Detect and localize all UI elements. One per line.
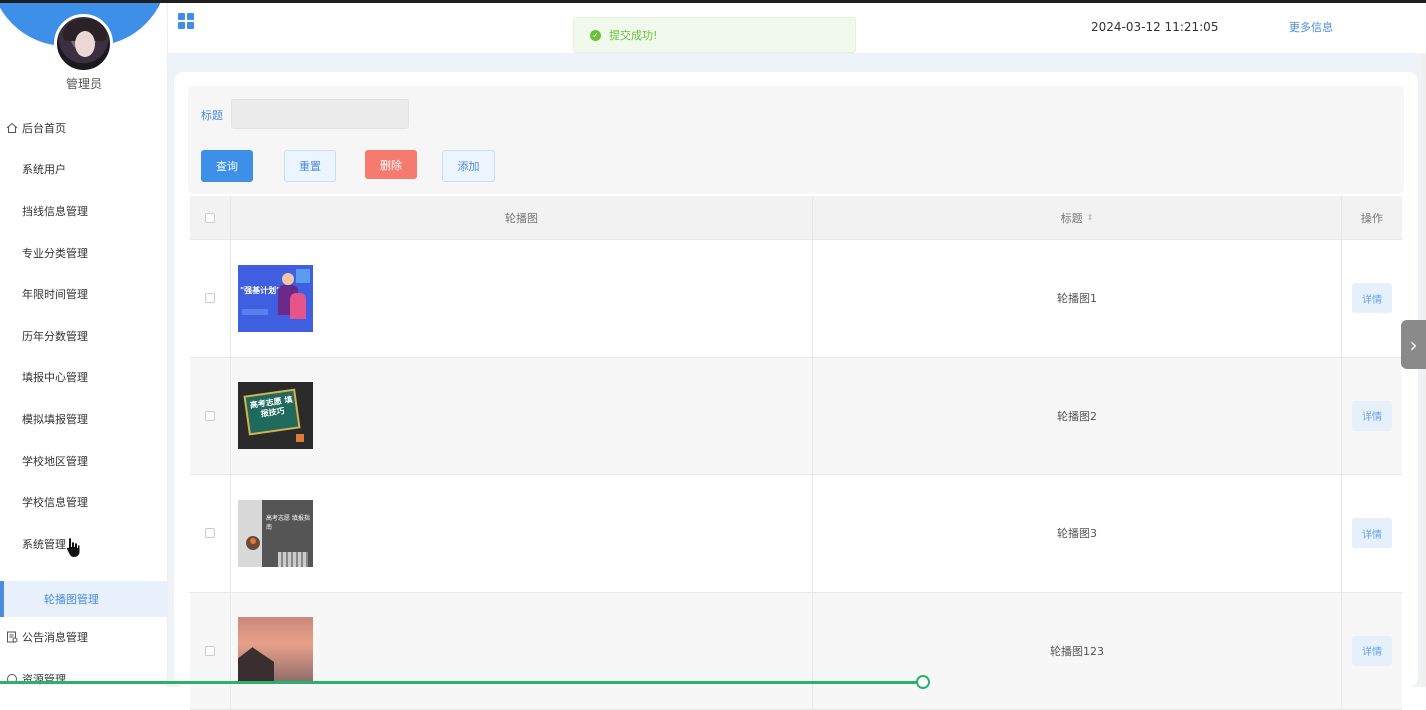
home-icon — [5, 121, 19, 135]
detail-button[interactable]: 详情 — [1352, 518, 1392, 548]
delete-button[interactable]: 删除 — [365, 150, 417, 179]
row-checkbox[interactable] — [205, 411, 215, 421]
column-header-title-label: 标题 — [1061, 210, 1083, 226]
detail-button[interactable]: 详情 — [1352, 283, 1392, 313]
row-checkbox[interactable] — [205, 646, 215, 656]
sidebar-item-label: 学校地区管理 — [22, 453, 88, 469]
sidebar-item-school-info[interactable]: 学校信息管理 — [0, 481, 168, 523]
sidebar-item-home[interactable]: 后台首页 — [0, 107, 168, 149]
user-role-label: 管理员 — [0, 75, 168, 92]
sidebar-item-school-region[interactable]: 学校地区管理 — [0, 440, 168, 482]
sidebar-item-label: 系统管理 — [22, 536, 66, 552]
carousel-table: 轮播图 标题 ⇕ 操作 "强基计划" 轮播图1 详情 高考志 — [190, 196, 1402, 710]
sidebar-item-system-management[interactable]: 系统管理 — [0, 523, 168, 565]
search-title-label: 标题 — [201, 107, 223, 123]
menu-grid-icon[interactable] — [178, 13, 194, 29]
thumb-caption: "强基计划" — [240, 285, 280, 296]
detail-button[interactable]: 详情 — [1352, 401, 1392, 431]
sidebar-item-label: 专业分类管理 — [22, 245, 88, 261]
row-title: 轮播图3 — [813, 475, 1342, 592]
notice-icon — [5, 630, 19, 644]
select-all-checkbox[interactable] — [205, 213, 215, 223]
expand-panel-button[interactable]: › — [1401, 320, 1426, 369]
sidebar-item-year-time[interactable]: 年限时间管理 — [0, 273, 168, 315]
sidebar-menu: 后台首页 系统用户 挡线信息管理 专业分类管理 年限时间管理 历年分数管理 填报… — [0, 107, 168, 687]
success-toast: ✓ 提交成功! — [573, 17, 856, 53]
reset-button[interactable]: 重置 — [284, 150, 336, 182]
more-info-link[interactable]: 更多信息 — [1289, 19, 1333, 35]
add-button[interactable]: 添加 — [442, 150, 495, 182]
sidebar-item-label: 轮播图管理 — [44, 591, 99, 607]
row-checkbox[interactable] — [205, 528, 215, 538]
carousel-thumbnail[interactable] — [238, 617, 313, 684]
sidebar-item-announcements[interactable]: 公告消息管理 — [0, 617, 168, 659]
sidebar-item-application-center[interactable]: 填报中心管理 — [0, 357, 168, 399]
table-row: 高考志愿 填报指南 轮播图3 详情 — [190, 475, 1402, 593]
sidebar-item-label: 模拟填报管理 — [22, 411, 88, 427]
table-header: 轮播图 标题 ⇕ 操作 — [190, 196, 1402, 240]
sort-icon[interactable]: ⇕ — [1087, 213, 1094, 222]
sidebar-item-label: 学校信息管理 — [22, 494, 88, 510]
sidebar-item-label: 资源管理 — [22, 671, 66, 687]
detail-button[interactable]: 详情 — [1352, 636, 1392, 666]
thumb-caption: 高考志愿 填报指南 — [266, 514, 310, 532]
table-row: 轮播图123 详情 — [190, 593, 1402, 710]
table-row: "强基计划" 轮播图1 详情 — [190, 240, 1402, 358]
carousel-thumbnail[interactable]: "强基计划" — [238, 265, 313, 332]
sidebar-item-historical-scores[interactable]: 历年分数管理 — [0, 315, 168, 357]
sidebar-item-major-category[interactable]: 专业分类管理 — [0, 232, 168, 274]
column-header-image: 轮播图 — [231, 196, 813, 239]
check-circle-icon: ✓ — [590, 30, 601, 41]
loading-progress-bar — [0, 681, 922, 684]
sidebar: 管理员 后台首页 系统用户 挡线信息管理 专业分类管理 年限时间管理 历年分数管… — [0, 0, 168, 687]
table-row: 高考志愿 填报技巧 轮播图2 详情 — [190, 358, 1402, 476]
sidebar-item-label: 历年分数管理 — [22, 328, 88, 344]
row-title: 轮播图123 — [813, 593, 1342, 710]
toast-message: 提交成功! — [609, 27, 657, 43]
column-header-title[interactable]: 标题 ⇕ — [813, 196, 1342, 239]
select-all-cell — [190, 196, 231, 239]
sidebar-item-line-info[interactable]: 挡线信息管理 — [0, 190, 168, 232]
mouse-pointer-icon — [66, 538, 80, 558]
row-title: 轮播图1 — [813, 240, 1342, 357]
query-button[interactable]: 查询 — [201, 150, 253, 182]
current-datetime: 2024-03-12 11:21:05 — [1091, 20, 1218, 34]
avatar[interactable] — [54, 14, 113, 73]
sidebar-item-system-users[interactable]: 系统用户 — [0, 149, 168, 191]
chevron-right-icon: › — [1410, 333, 1418, 357]
sidebar-item-label: 填报中心管理 — [22, 369, 88, 385]
sidebar-item-label: 挡线信息管理 — [22, 203, 88, 219]
sidebar-item-label: 系统用户 — [22, 161, 66, 177]
page-scrollbar[interactable] — [1421, 53, 1426, 687]
column-header-actions: 操作 — [1342, 196, 1402, 239]
row-title: 轮播图2 — [813, 358, 1342, 475]
sidebar-item-label: 后台首页 — [22, 120, 66, 136]
sidebar-item-mock-application[interactable]: 模拟填报管理 — [0, 398, 168, 440]
carousel-thumbnail[interactable]: 高考志愿 填报技巧 — [238, 382, 313, 449]
window-top-border — [0, 0, 1426, 3]
sidebar-item-label: 公告消息管理 — [22, 629, 88, 645]
row-checkbox[interactable] — [205, 293, 215, 303]
search-title-input[interactable] — [231, 99, 409, 129]
sidebar-item-carousel-management[interactable]: 轮播图管理 — [0, 581, 168, 617]
carousel-thumbnail[interactable]: 高考志愿 填报指南 — [238, 500, 313, 567]
sidebar-item-label: 年限时间管理 — [22, 286, 88, 302]
